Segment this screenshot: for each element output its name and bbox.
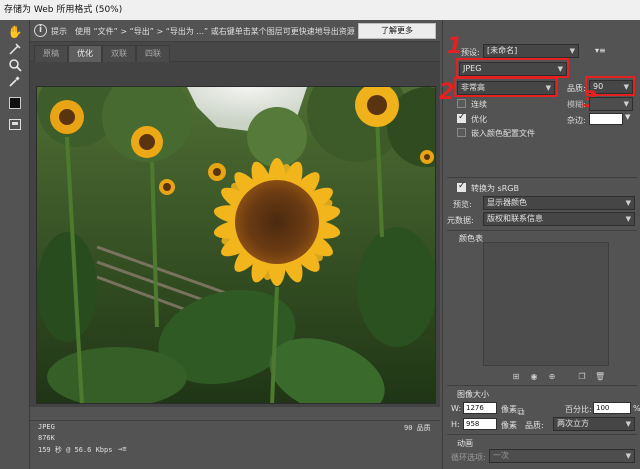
tab-original[interactable]: 原稿 [34, 45, 68, 62]
info-text: 使用 “文件” > “导出” > “导出为 ...” 或右键单击某个图层可更快速… [75, 27, 355, 36]
resample-label: 品质: [525, 421, 544, 430]
matte-color-swatch[interactable] [589, 113, 623, 125]
divider [447, 434, 637, 435]
window-title: 存储为 Web 所用格式 (50%) [0, 0, 640, 20]
height-label: H: [451, 420, 460, 429]
divider [447, 385, 637, 386]
preset-select[interactable]: [未命名] ▼ [483, 44, 579, 58]
info-bar: i 提示 使用 “文件” > “导出” > “导出为 ...” 或右键单击某个图… [30, 20, 440, 42]
tab-2-up[interactable]: 双联 [102, 45, 136, 62]
loop-select[interactable]: 一次 ▼ [489, 449, 635, 463]
percent-label: 百分比: [565, 405, 592, 414]
chevron-down-icon: ▼ [625, 452, 631, 460]
tools-bar: ✋ [0, 20, 30, 469]
tab-optimized[interactable]: 优化 [68, 45, 102, 62]
annotation-number-1: 1 [447, 34, 463, 59]
matte-label: 杂边: [567, 116, 586, 125]
loop-label: 循环选项: [451, 453, 486, 462]
width-label: W: [451, 404, 462, 413]
hand-icon[interactable]: ✋ [7, 24, 23, 40]
height-input[interactable]: 958 [463, 418, 497, 430]
image-size-heading: 图像大小 [457, 390, 489, 399]
embed-profile-label: 嵌入颜色配置文件 [471, 129, 535, 138]
zoom-icon[interactable] [7, 58, 23, 74]
tab-4-up[interactable]: 四联 [136, 45, 170, 62]
optimized-label: 优化 [471, 115, 487, 124]
preview-select[interactable]: 显示器颜色 ▼ [483, 196, 635, 210]
chevron-down-icon: ▼ [625, 420, 631, 428]
speed-menu-icon[interactable]: →≡ [118, 445, 126, 453]
preview-value: 显示器颜色 [487, 198, 527, 207]
chevron-down-icon: ▼ [625, 199, 631, 207]
convert-srgb-label: 转换为 sRGB [471, 184, 519, 193]
metadata-label: 元数据: [447, 216, 474, 225]
color-table-heading: 颜色表 [459, 234, 483, 243]
learn-more-button[interactable]: 了解更多 [358, 23, 436, 39]
percent-input[interactable]: 100 [593, 402, 631, 414]
optimized-checkbox[interactable] [457, 112, 466, 123]
progressive-label: 连续 [471, 100, 487, 109]
web-snap-icon[interactable]: ⊕ [547, 372, 557, 382]
preset-label: 预设: [461, 48, 480, 57]
view-tabs: 原稿 优化 双联 四联 [30, 42, 440, 62]
annotation-box-1 [456, 58, 569, 78]
info-icon: i [34, 24, 47, 37]
new-color-icon[interactable]: ❐ [577, 372, 587, 382]
resample-select[interactable]: 两次立方 ▼ [553, 417, 635, 431]
chevron-down-icon: ▼ [569, 47, 575, 55]
preview-label: 预览: [453, 200, 472, 209]
embed-profile-checkbox[interactable] [457, 128, 466, 137]
convert-srgb-checkbox[interactable] [457, 181, 466, 192]
annotation-box-2 [454, 77, 558, 97]
chevron-down-icon[interactable]: ▼ [625, 113, 630, 121]
settings-panel: 预设: [未命名]▼ ▾≡ JPEG▼ 1 非常高▼ 2 品质: 90▼ 3 连… [439, 20, 640, 469]
constrain-proportions-icon[interactable]: ⧉ [516, 408, 526, 418]
progressive-checkbox[interactable] [457, 99, 466, 108]
height-unit: 像素 [501, 421, 517, 430]
chevron-down-icon: ▼ [625, 215, 631, 223]
percent-unit: % [633, 404, 640, 413]
annotation-number-2: 2 [439, 80, 455, 105]
resample-value: 两次立方 [557, 419, 589, 428]
preset-value: [未命名] [487, 46, 518, 55]
download-speed: 159 秒 @ 56.6 Kbps [38, 446, 113, 454]
image-format: JPEG [38, 423, 55, 431]
toggle-slices-icon[interactable] [9, 119, 21, 130]
panel-menu-icon[interactable]: ▾≡ [595, 46, 606, 55]
metadata-value: 版权和联系信息 [487, 214, 543, 223]
eyedropper-color-swatch[interactable] [9, 97, 21, 109]
slice-select-icon[interactable] [7, 42, 23, 58]
chevron-down-icon: ▼ [623, 100, 629, 108]
divider [447, 177, 637, 178]
image-quality: 90 品质 [404, 424, 431, 432]
trash-icon[interactable]: 🗑 [595, 372, 605, 382]
divider [447, 230, 637, 231]
lock-color-icon[interactable]: ◉ [529, 372, 539, 382]
blur-input[interactable]: ▼ [589, 97, 633, 111]
preview-image[interactable] [36, 86, 436, 404]
animation-heading: 动画 [457, 439, 473, 448]
metadata-select[interactable]: 版权和联系信息 ▼ [483, 212, 635, 226]
image-file-size: 876K [38, 434, 55, 442]
map-to-web-icon[interactable]: ⊞ [511, 372, 521, 382]
blur-label: 模糊: [567, 100, 586, 109]
info-label: 提示 [51, 27, 67, 36]
width-unit: 像素 [501, 405, 517, 414]
eyedropper-icon[interactable] [7, 74, 23, 90]
width-input[interactable]: 1276 [463, 402, 497, 414]
loop-value: 一次 [493, 451, 509, 460]
color-table[interactable] [483, 242, 609, 366]
